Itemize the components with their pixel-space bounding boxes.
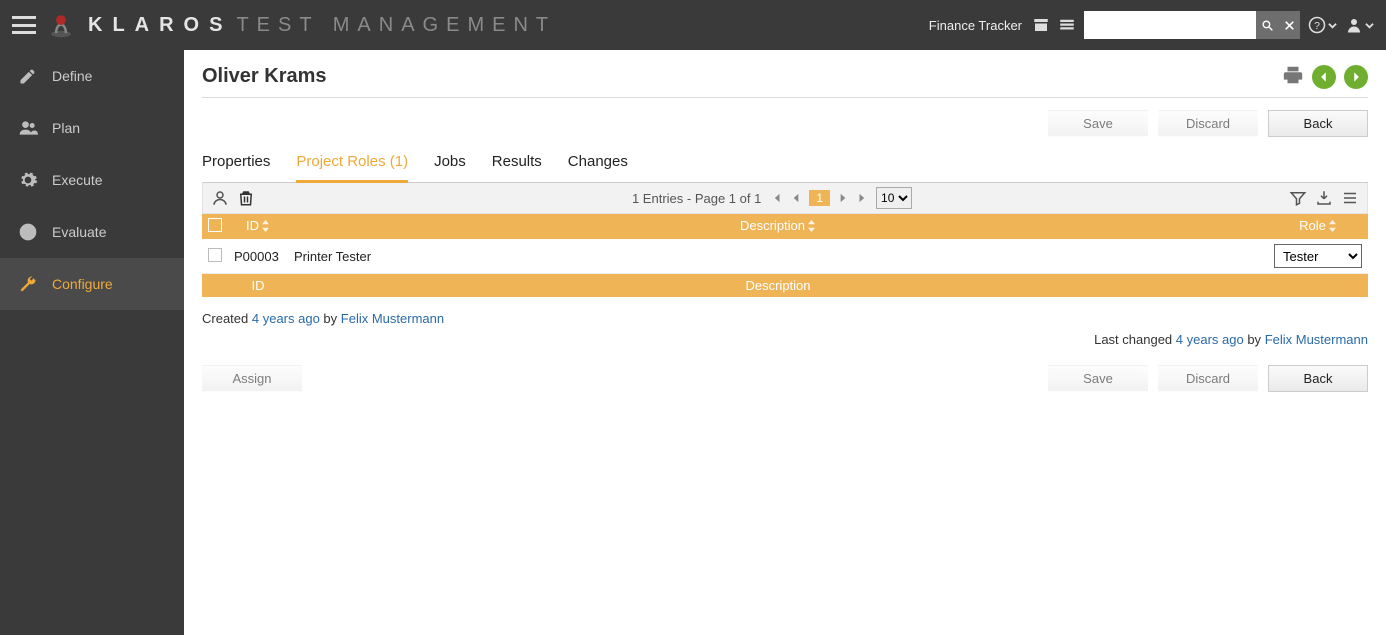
prev-record-button[interactable] (1312, 65, 1336, 89)
archive-icon[interactable] (1032, 16, 1050, 34)
edit-icon (18, 66, 38, 86)
row-checkbox[interactable] (208, 248, 222, 262)
sidebar-item-evaluate[interactable]: Evaluate (0, 206, 184, 258)
filter-icon[interactable] (1289, 189, 1307, 207)
list-icon[interactable] (1058, 16, 1076, 34)
sidebar: Define Plan Execute Evaluate Configure (0, 50, 184, 635)
changed-time-link[interactable]: 4 years ago (1176, 332, 1244, 347)
tab-properties[interactable]: Properties (202, 147, 270, 182)
content-area: Oliver Krams Save Discard Back Propertie… (184, 50, 1386, 635)
arrow-right-icon (1349, 70, 1363, 84)
sidebar-item-label: Execute (52, 172, 103, 188)
sidebar-item-plan[interactable]: Plan (0, 102, 184, 154)
table-toolbar: 1 Entries - Page 1 of 1 1 10 (202, 183, 1368, 214)
next-record-button[interactable] (1344, 65, 1368, 89)
print-icon (1282, 64, 1304, 86)
sidebar-item-define[interactable]: Define (0, 50, 184, 102)
cell-id: P00003 (228, 239, 288, 274)
save-button-bottom[interactable]: Save (1048, 365, 1148, 392)
last-page-icon[interactable] (856, 191, 870, 205)
topbar: KLAROS TEST MANAGEMENT Finance Tracker ? (0, 0, 1386, 50)
sidebar-item-execute[interactable]: Execute (0, 154, 184, 206)
menu-icon[interactable] (1341, 189, 1359, 207)
help-icon: ? (1308, 16, 1326, 34)
sort-icon (261, 220, 270, 235)
export-icon[interactable] (1315, 189, 1333, 207)
page-title: Oliver Krams (202, 65, 1282, 88)
menu-toggle-icon[interactable] (12, 16, 36, 34)
back-button[interactable]: Back (1268, 110, 1368, 137)
sidebar-item-configure[interactable]: Configure (0, 258, 184, 310)
help-menu[interactable]: ? (1308, 16, 1337, 34)
save-button[interactable]: Save (1048, 110, 1148, 137)
user-menu[interactable] (1345, 16, 1374, 34)
tab-changes[interactable]: Changes (568, 147, 628, 182)
search-input[interactable] (1084, 11, 1256, 39)
changed-by-link[interactable]: Felix Mustermann (1265, 332, 1368, 347)
search-button[interactable] (1256, 11, 1278, 39)
tab-project-roles[interactable]: Project Roles (1) (296, 147, 408, 183)
assign-button[interactable]: Assign (202, 365, 302, 392)
changed-meta: Last changed 4 years ago by Felix Muster… (202, 332, 1368, 347)
discard-button[interactable]: Discard (1158, 110, 1258, 137)
select-all-checkbox[interactable] (208, 218, 222, 232)
search-box (1084, 11, 1300, 39)
col-header-id[interactable]: ID (228, 214, 288, 239)
created-by-link[interactable]: Felix Mustermann (341, 311, 444, 326)
next-page-icon[interactable] (836, 191, 850, 205)
sort-icon (807, 220, 816, 235)
discard-button-bottom[interactable]: Discard (1158, 365, 1258, 392)
back-button-bottom[interactable]: Back (1268, 365, 1368, 392)
page-size-select[interactable]: 10 (876, 187, 912, 209)
pagination-summary: 1 Entries - Page 1 of 1 (632, 191, 761, 206)
table-row: P00003 Printer Tester Tester (202, 239, 1368, 274)
print-button[interactable] (1282, 64, 1304, 89)
sidebar-item-label: Define (52, 68, 92, 84)
arrow-left-icon (1317, 70, 1331, 84)
tab-jobs[interactable]: Jobs (434, 147, 466, 182)
prev-page-icon[interactable] (789, 191, 803, 205)
user-outline-icon[interactable] (211, 189, 229, 207)
tab-bar: Properties Project Roles (1) Jobs Result… (202, 147, 1368, 183)
sort-icon (1328, 220, 1337, 235)
sidebar-item-label: Plan (52, 120, 80, 136)
trash-icon[interactable] (237, 189, 255, 207)
roles-table: ID Description Role P00003 Printer Teste… (202, 214, 1368, 297)
role-select[interactable]: Tester (1274, 244, 1362, 268)
created-meta: Created 4 years ago by Felix Mustermann (202, 311, 1368, 326)
app-logo-icon (48, 12, 74, 38)
wrench-icon (18, 274, 38, 294)
created-time-link[interactable]: 4 years ago (252, 311, 320, 326)
cell-description: Printer Tester (288, 239, 1268, 274)
tab-results[interactable]: Results (492, 147, 542, 182)
first-page-icon[interactable] (769, 191, 783, 205)
chart-icon (18, 222, 38, 242)
context-label: Finance Tracker (929, 18, 1022, 33)
svg-text:?: ? (1314, 20, 1320, 32)
col-header-role[interactable]: Role (1268, 214, 1368, 239)
col-header-description[interactable]: Description (288, 214, 1268, 239)
current-page: 1 (809, 190, 830, 206)
sidebar-item-label: Evaluate (52, 224, 106, 240)
chevron-down-icon (1365, 21, 1374, 30)
footer-id: ID (228, 274, 288, 298)
gear-icon (18, 170, 38, 190)
sidebar-item-label: Configure (52, 276, 113, 292)
users-icon (18, 118, 38, 138)
chevron-down-icon (1328, 21, 1337, 30)
brand-sub: TEST MANAGEMENT (236, 14, 556, 37)
footer-description: Description (288, 274, 1268, 298)
search-clear-button[interactable] (1278, 11, 1300, 39)
user-icon (1345, 16, 1363, 34)
brand-main: KLAROS (88, 14, 232, 37)
